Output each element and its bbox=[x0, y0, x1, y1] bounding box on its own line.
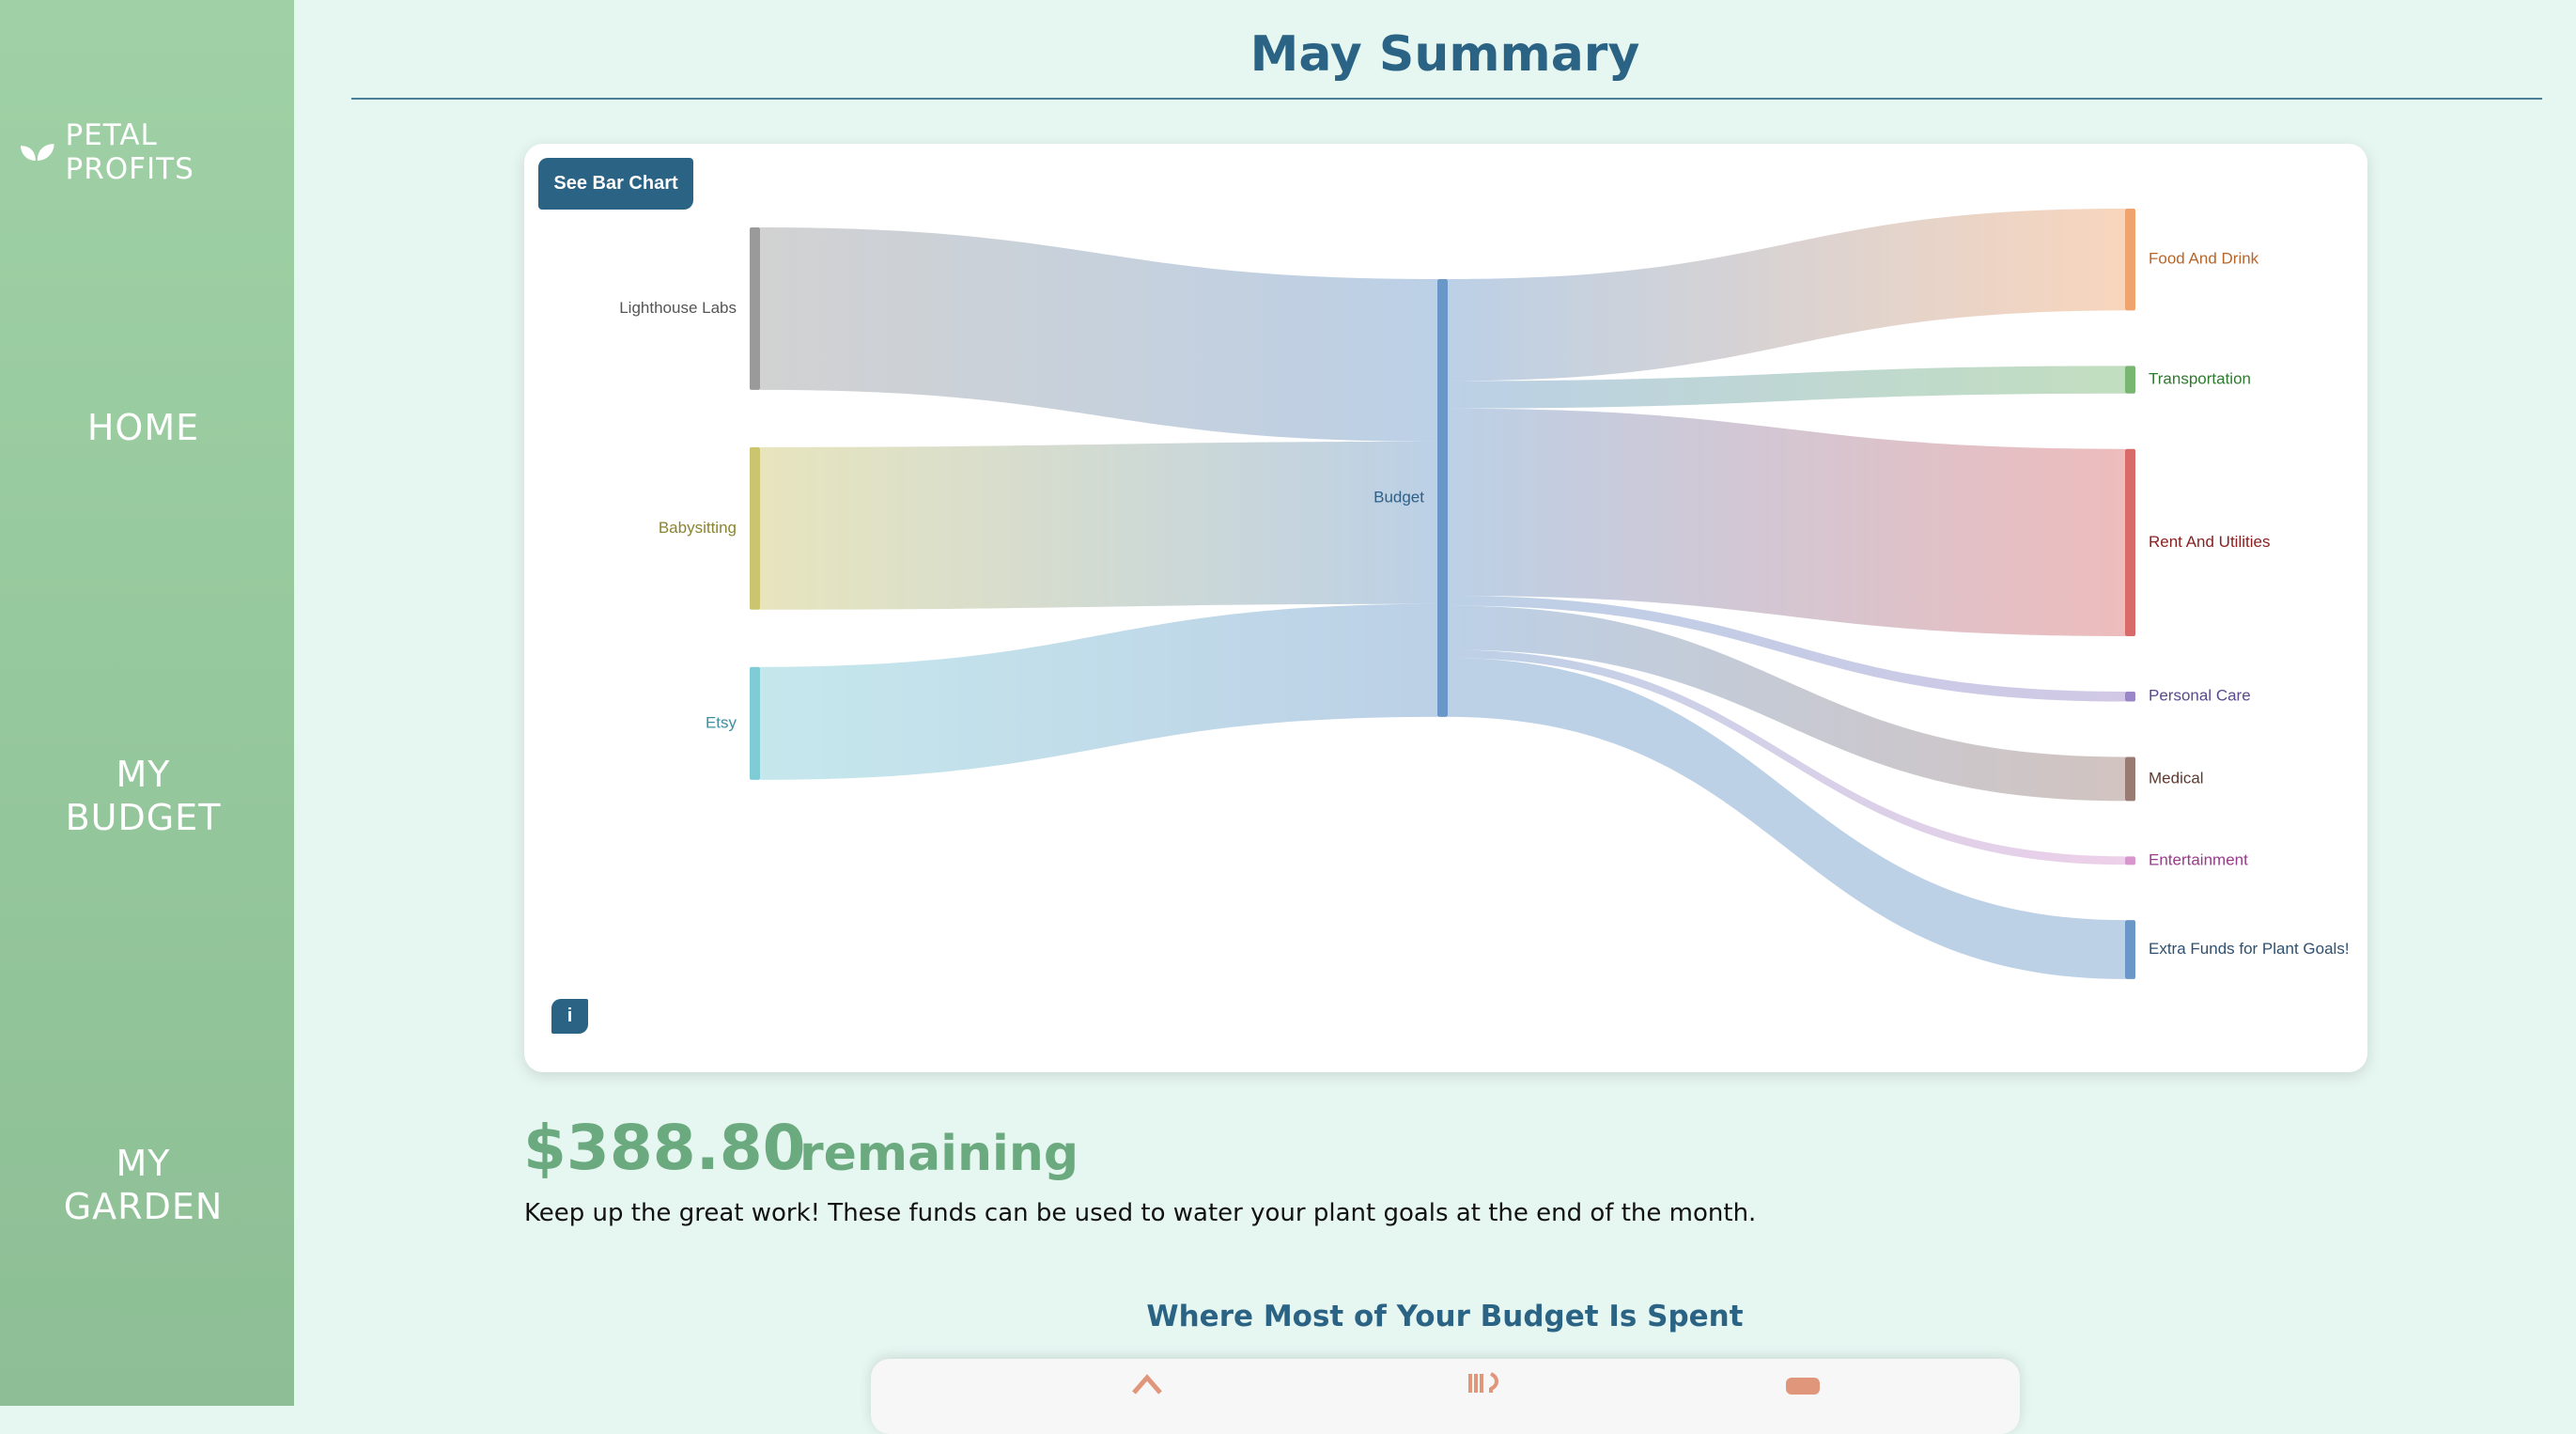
house-icon bbox=[1132, 1374, 1162, 1395]
sankey-node[interactable] bbox=[2125, 856, 2135, 865]
sankey-node[interactable] bbox=[2125, 691, 2135, 702]
sankey-link[interactable] bbox=[760, 441, 1437, 610]
sankey-node[interactable] bbox=[2125, 920, 2135, 979]
sankey-node[interactable] bbox=[1437, 279, 1448, 717]
sankey-link[interactable] bbox=[1448, 209, 2125, 382]
fork-knife-icon bbox=[1468, 1372, 1498, 1393]
section-heading: Where Most of Your Budget Is Spent bbox=[1146, 1300, 1744, 1333]
info-button[interactable]: i bbox=[551, 999, 588, 1034]
sankey-node[interactable] bbox=[2125, 756, 2135, 802]
sankey-link[interactable] bbox=[760, 603, 1437, 780]
sankey-node-label: Rent And Utilities bbox=[2149, 533, 2270, 551]
sankey-node-label: Entertainment bbox=[2149, 850, 2248, 868]
medical-icon bbox=[1786, 1378, 1820, 1395]
sankey-node[interactable] bbox=[750, 666, 760, 780]
sankey-node-label: Babysitting bbox=[659, 519, 737, 537]
sankey-node-label: Personal Care bbox=[2149, 687, 2251, 705]
spending-cards-panel bbox=[871, 1359, 2020, 1434]
sankey-node-label: Lighthouse Labs bbox=[619, 299, 737, 317]
sankey-node[interactable] bbox=[2125, 209, 2135, 311]
sankey-node-label: Food And Drink bbox=[2149, 250, 2259, 268]
remaining-label: remaining bbox=[799, 1126, 1079, 1182]
sankey-chart: Lighthouse Labs Babysitting Etsy Budget Food… bbox=[619, 209, 2350, 979]
encouragement-message: Keep up the great work! These funds can … bbox=[524, 1199, 1757, 1227]
sankey-node[interactable] bbox=[2125, 448, 2135, 636]
sankey-node-label: Etsy bbox=[706, 713, 737, 731]
sankey-node-label: Extra Funds for Plant Goals! bbox=[2149, 940, 2350, 958]
remaining-amount: $388.80 bbox=[523, 1112, 806, 1184]
sankey-node[interactable] bbox=[750, 446, 760, 610]
sankey-node[interactable] bbox=[750, 227, 760, 390]
see-bar-chart-button[interactable]: See Bar Chart bbox=[538, 158, 693, 210]
sankey-node-label: Transportation bbox=[2149, 370, 2251, 388]
sankey-link[interactable] bbox=[760, 227, 1437, 442]
sankey-node-label: Budget bbox=[1373, 488, 1424, 506]
sankey-node[interactable] bbox=[2125, 366, 2135, 394]
sankey-node-label: Medical bbox=[2149, 769, 2204, 787]
